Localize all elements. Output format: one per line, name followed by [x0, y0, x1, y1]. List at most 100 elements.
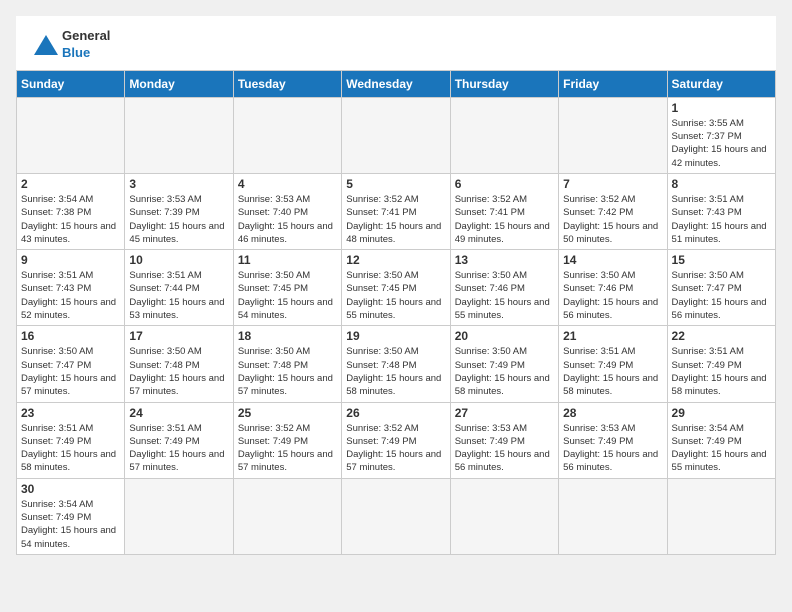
day-info: Sunrise: 3:50 AM Sunset: 7:46 PM Dayligh… [455, 269, 554, 322]
calendar-day-cell: 23 Sunrise: 3:51 AM Sunset: 7:49 PM Dayli… [17, 402, 125, 478]
day-info: Sunrise: 3:52 AM Sunset: 7:41 PM Dayligh… [455, 193, 554, 246]
day-number: 17 [129, 329, 228, 343]
calendar-day-cell: 26Sunrise: 3:52 AM Sunset: 7:49 PM Dayli… [342, 402, 450, 478]
page-header: General Blue [16, 16, 776, 70]
day-number: 1 [672, 101, 771, 115]
calendar-day-cell: 21 Sunrise: 3:51 AM Sunset: 7:49 PM Dayli… [559, 326, 667, 402]
day-info: Sunrise: 3:51 AM Sunset: 7:49 PM Dayligh… [672, 345, 771, 398]
calendar-day-cell: 6 Sunrise: 3:52 AM Sunset: 7:41 PM Daylig… [450, 173, 558, 249]
calendar-day-cell: 20 Sunrise: 3:50 AM Sunset: 7:49 PM Dayli… [450, 326, 558, 402]
calendar-day-cell: 4 Sunrise: 3:53 AM Sunset: 7:40 PM Daylig… [233, 173, 341, 249]
day-info: Sunrise: 3:51 AM Sunset: 7:49 PM Dayligh… [563, 345, 662, 398]
calendar-day-cell [667, 478, 775, 554]
logo-container: General Blue [32, 28, 110, 62]
calendar-table: SundayMondayTuesdayWednesdayThursdayFrid… [16, 70, 776, 555]
day-info: Sunrise: 3:50 AM Sunset: 7:48 PM Dayligh… [129, 345, 228, 398]
calendar-day-cell: 17 Sunrise: 3:50 AM Sunset: 7:48 PM Dayli… [125, 326, 233, 402]
calendar-week-row: 30 Sunrise: 3:54 AM Sunset: 7:49 PM Dayli… [17, 478, 776, 554]
day-of-week-header: Tuesday [233, 70, 341, 97]
day-info: Sunrise: 3:55 AM Sunset: 7:37 PM Dayligh… [672, 117, 771, 170]
day-of-week-header: Wednesday [342, 70, 450, 97]
calendar-day-cell: 12Sunrise: 3:50 AM Sunset: 7:45 PM Dayli… [342, 250, 450, 326]
calendar-week-row: 1 Sunrise: 3:55 AM Sunset: 7:37 PM Daylig… [17, 97, 776, 173]
day-number: 14 [563, 253, 662, 267]
calendar-day-cell: 7Sunrise: 3:52 AM Sunset: 7:42 PM Daylig… [559, 173, 667, 249]
day-number: 6 [455, 177, 554, 191]
day-number: 3 [129, 177, 228, 191]
calendar-day-cell [17, 97, 125, 173]
calendar-day-cell: 14Sunrise: 3:50 AM Sunset: 7:46 PM Dayli… [559, 250, 667, 326]
day-of-week-header: Friday [559, 70, 667, 97]
calendar-day-cell: 30 Sunrise: 3:54 AM Sunset: 7:49 PM Dayli… [17, 478, 125, 554]
calendar-week-row: 2Sunrise: 3:54 AM Sunset: 7:38 PM Daylig… [17, 173, 776, 249]
calendar-day-cell: 27 Sunrise: 3:53 AM Sunset: 7:49 PM Dayli… [450, 402, 558, 478]
day-number: 22 [672, 329, 771, 343]
day-info: Sunrise: 3:50 AM Sunset: 7:49 PM Dayligh… [455, 345, 554, 398]
day-info: Sunrise: 3:50 AM Sunset: 7:47 PM Dayligh… [672, 269, 771, 322]
day-of-week-header: Sunday [17, 70, 125, 97]
calendar-day-cell: 24 Sunrise: 3:51 AM Sunset: 7:49 PM Dayli… [125, 402, 233, 478]
calendar-day-cell [342, 97, 450, 173]
logo: General Blue [32, 28, 110, 62]
calendar-day-cell: 11 Sunrise: 3:50 AM Sunset: 7:45 PM Dayli… [233, 250, 341, 326]
day-info: Sunrise: 3:51 AM Sunset: 7:44 PM Dayligh… [129, 269, 228, 322]
day-number: 10 [129, 253, 228, 267]
day-number: 30 [21, 482, 120, 496]
calendar-day-cell [125, 97, 233, 173]
day-number: 11 [238, 253, 337, 267]
day-number: 23 [21, 406, 120, 420]
day-number: 26 [346, 406, 445, 420]
day-info: Sunrise: 3:52 AM Sunset: 7:49 PM Dayligh… [238, 422, 337, 475]
day-number: 8 [672, 177, 771, 191]
day-number: 13 [455, 253, 554, 267]
calendar-day-cell: 5 Sunrise: 3:52 AM Sunset: 7:41 PM Daylig… [342, 173, 450, 249]
day-info: Sunrise: 3:51 AM Sunset: 7:43 PM Dayligh… [21, 269, 120, 322]
calendar-day-cell [559, 478, 667, 554]
calendar-day-cell: 13 Sunrise: 3:50 AM Sunset: 7:46 PM Dayli… [450, 250, 558, 326]
calendar-day-cell [125, 478, 233, 554]
day-number: 4 [238, 177, 337, 191]
day-number: 5 [346, 177, 445, 191]
day-info: Sunrise: 3:51 AM Sunset: 7:49 PM Dayligh… [21, 422, 120, 475]
calendar-day-cell: 22 Sunrise: 3:51 AM Sunset: 7:49 PM Dayli… [667, 326, 775, 402]
calendar-day-cell: 19Sunrise: 3:50 AM Sunset: 7:48 PM Dayli… [342, 326, 450, 402]
day-number: 25 [238, 406, 337, 420]
day-info: Sunrise: 3:54 AM Sunset: 7:49 PM Dayligh… [672, 422, 771, 475]
calendar-day-cell: 29 Sunrise: 3:54 AM Sunset: 7:49 PM Dayli… [667, 402, 775, 478]
calendar-day-cell [342, 478, 450, 554]
calendar-week-row: 9 Sunrise: 3:51 AM Sunset: 7:43 PM Daylig… [17, 250, 776, 326]
day-info: Sunrise: 3:51 AM Sunset: 7:43 PM Dayligh… [672, 193, 771, 246]
calendar-day-cell: 16Sunrise: 3:50 AM Sunset: 7:47 PM Dayli… [17, 326, 125, 402]
calendar-day-cell: 25 Sunrise: 3:52 AM Sunset: 7:49 PM Dayli… [233, 402, 341, 478]
day-number: 24 [129, 406, 228, 420]
day-info: Sunrise: 3:53 AM Sunset: 7:49 PM Dayligh… [455, 422, 554, 475]
day-info: Sunrise: 3:50 AM Sunset: 7:48 PM Dayligh… [238, 345, 337, 398]
calendar-day-cell: 1 Sunrise: 3:55 AM Sunset: 7:37 PM Daylig… [667, 97, 775, 173]
day-info: Sunrise: 3:53 AM Sunset: 7:39 PM Dayligh… [129, 193, 228, 246]
logo-text: General Blue [62, 28, 110, 62]
calendar-day-cell [233, 97, 341, 173]
calendar-day-cell: 2Sunrise: 3:54 AM Sunset: 7:38 PM Daylig… [17, 173, 125, 249]
calendar-day-cell: 15Sunrise: 3:50 AM Sunset: 7:47 PM Dayli… [667, 250, 775, 326]
calendar-week-row: 16Sunrise: 3:50 AM Sunset: 7:47 PM Dayli… [17, 326, 776, 402]
calendar-day-cell: 3 Sunrise: 3:53 AM Sunset: 7:39 PM Daylig… [125, 173, 233, 249]
calendar-day-cell: 10 Sunrise: 3:51 AM Sunset: 7:44 PM Dayli… [125, 250, 233, 326]
day-info: Sunrise: 3:51 AM Sunset: 7:49 PM Dayligh… [129, 422, 228, 475]
day-info: Sunrise: 3:52 AM Sunset: 7:41 PM Dayligh… [346, 193, 445, 246]
calendar-day-cell [450, 97, 558, 173]
day-number: 21 [563, 329, 662, 343]
day-number: 20 [455, 329, 554, 343]
calendar-day-cell: 9 Sunrise: 3:51 AM Sunset: 7:43 PM Daylig… [17, 250, 125, 326]
day-number: 2 [21, 177, 120, 191]
calendar-day-cell [233, 478, 341, 554]
day-info: Sunrise: 3:53 AM Sunset: 7:49 PM Dayligh… [563, 422, 662, 475]
calendar-week-row: 23 Sunrise: 3:51 AM Sunset: 7:49 PM Dayli… [17, 402, 776, 478]
day-info: Sunrise: 3:53 AM Sunset: 7:40 PM Dayligh… [238, 193, 337, 246]
day-info: Sunrise: 3:50 AM Sunset: 7:45 PM Dayligh… [238, 269, 337, 322]
day-number: 27 [455, 406, 554, 420]
day-number: 29 [672, 406, 771, 420]
day-info: Sunrise: 3:54 AM Sunset: 7:49 PM Dayligh… [21, 498, 120, 551]
day-number: 9 [21, 253, 120, 267]
day-number: 12 [346, 253, 445, 267]
day-info: Sunrise: 3:50 AM Sunset: 7:48 PM Dayligh… [346, 345, 445, 398]
